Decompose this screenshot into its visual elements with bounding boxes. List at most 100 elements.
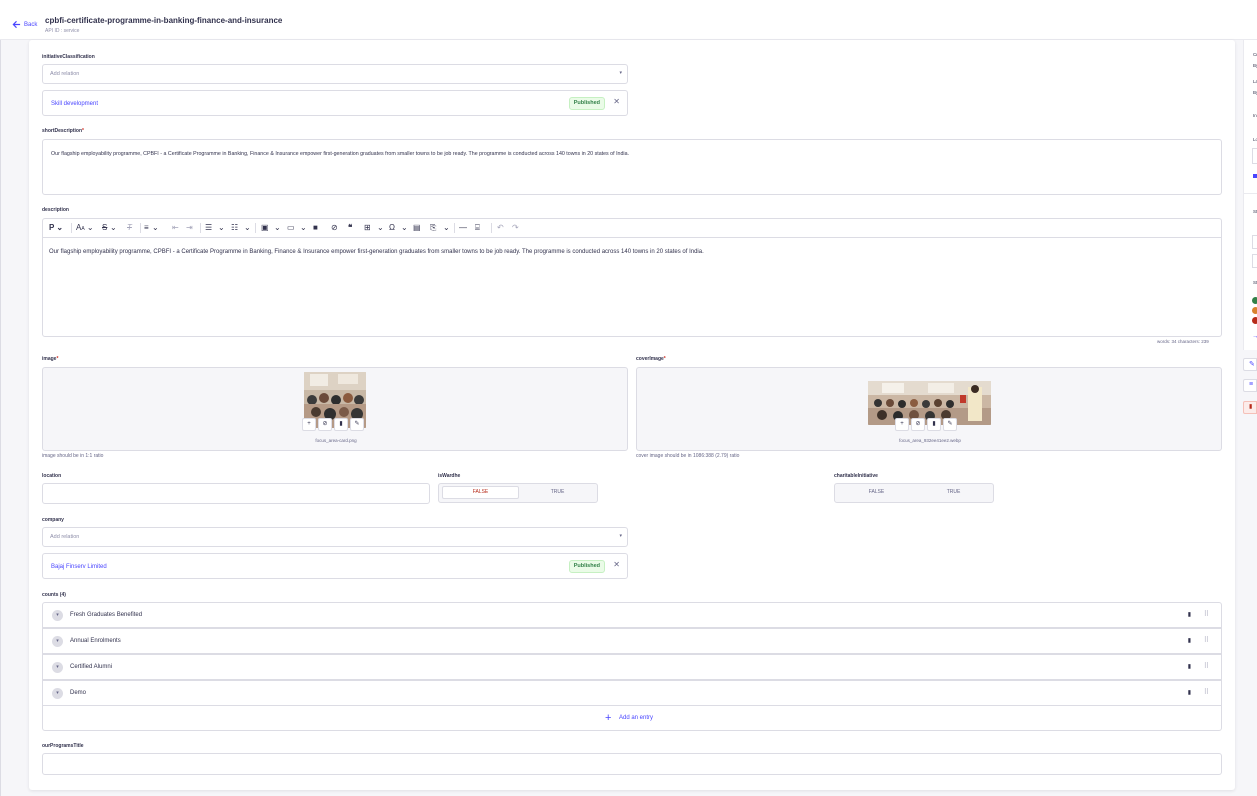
trash-icon[interactable]: ▮: [1188, 637, 1191, 644]
list-item[interactable]: ▾ Certified Alumni ▮ ⠿: [42, 654, 1222, 680]
trash-icon[interactable]: ▮: [1188, 689, 1191, 696]
chevron-down-icon[interactable]: ▾: [52, 636, 63, 647]
cover-image-hint: cover image should be in 1086:388 (2.79)…: [636, 453, 740, 459]
strikethrough-button[interactable]: S: [102, 223, 107, 233]
undo-icon[interactable]: ↶: [497, 223, 504, 233]
link-icon[interactable]: ⊘: [331, 223, 338, 233]
add-icon[interactable]: +: [895, 418, 909, 431]
info-row: Cr: [1253, 52, 1257, 57]
relation-placeholder: Add relation: [50, 71, 80, 77]
drag-handle-icon[interactable]: ⠿: [1204, 636, 1209, 644]
stage-option[interactable]: [1252, 254, 1257, 268]
our-programs-title-input[interactable]: [42, 753, 1222, 775]
chevron-down-icon[interactable]: ⌄: [218, 223, 225, 233]
info-row: St: [1253, 280, 1257, 285]
api-id: API ID : service: [45, 28, 80, 34]
short-description-label: shortDescription*: [42, 128, 84, 134]
stage-option[interactable]: [1252, 235, 1257, 249]
file-icon[interactable]: ■: [313, 223, 318, 233]
chevron-down-icon[interactable]: ▾: [52, 610, 63, 621]
charitable-true-option[interactable]: TRUE: [915, 486, 992, 499]
list-item[interactable]: ▾ Annual Enrolments ▮ ⠿: [42, 628, 1222, 654]
chevron-down-icon[interactable]: ⌄: [443, 223, 450, 233]
source-icon[interactable]: ⎘: [430, 223, 436, 233]
trash-icon[interactable]: ▮: [1188, 663, 1191, 670]
indent-icon[interactable]: ⇥: [186, 223, 193, 233]
html-embed-icon[interactable]: ▤: [413, 223, 421, 233]
relation-link[interactable]: Skill development: [51, 101, 98, 107]
short-description-text: Our flagship employability programme, CP…: [51, 151, 630, 157]
align-left-icon[interactable]: ≡: [144, 223, 149, 233]
relation-item: Bajaj Finserv Limited Published ✕: [42, 553, 628, 579]
drag-handle-icon[interactable]: ⠿: [1204, 662, 1209, 670]
cover-image-label: coverImage*: [636, 356, 666, 362]
pencil-icon[interactable]: ✎: [350, 418, 364, 431]
chevron-down-icon[interactable]: ⌄: [377, 223, 384, 233]
link-icon[interactable]: ⊘: [911, 418, 925, 431]
chevron-down-icon[interactable]: ▾: [52, 688, 63, 699]
paragraph-format-button[interactable]: P ⌄: [49, 223, 63, 233]
initiative-classification-label: initiativeClassification: [42, 54, 95, 60]
back-button[interactable]: Back: [12, 20, 37, 29]
redo-icon[interactable]: ↷: [512, 223, 519, 233]
clear-format-button[interactable]: T: [127, 223, 132, 233]
chevron-down-icon[interactable]: ⌄: [110, 223, 117, 233]
description-editor[interactable]: Our flagship employability programme, CP…: [42, 237, 1222, 337]
list-icon: ≡: [1249, 381, 1254, 388]
blockquote-icon[interactable]: ❝: [348, 223, 352, 233]
image-label: image*: [42, 356, 58, 362]
numbered-list-icon[interactable]: ☷: [231, 223, 238, 233]
company-select[interactable]: Add relation ▾: [42, 527, 628, 547]
trash-icon[interactable]: ▮: [927, 418, 941, 431]
chevron-down-icon[interactable]: ⌄: [152, 223, 159, 233]
trash-icon[interactable]: ▮: [1188, 611, 1191, 618]
add-icon[interactable]: +: [302, 418, 316, 431]
remove-relation-icon[interactable]: ✕: [613, 97, 620, 107]
trash-icon[interactable]: ▮: [334, 418, 348, 431]
horizontal-line-icon[interactable]: —: [459, 223, 467, 233]
short-description-textarea[interactable]: Our flagship employability programme, CP…: [42, 139, 1222, 195]
add-entry-button[interactable]: + Add an entry: [42, 705, 1222, 731]
chevron-down-icon[interactable]: ⌄: [401, 223, 408, 233]
edit-model-button[interactable]: ✎: [1243, 358, 1257, 371]
page-break-icon[interactable]: ⌸: [475, 223, 480, 233]
table-icon[interactable]: ⊞: [364, 223, 371, 233]
font-size-button[interactable]: AA ⌄: [76, 223, 94, 234]
relation-link[interactable]: Bajaj Finserv Limited: [51, 564, 107, 570]
status-dot-orange: [1252, 307, 1257, 314]
image-actions: + ⊘ ▮ ✎: [302, 418, 364, 431]
omega-label: Ω: [389, 223, 395, 232]
list-item[interactable]: ▾ Demo ▮ ⠿: [42, 680, 1222, 706]
chevron-down-icon[interactable]: ▾: [52, 662, 63, 673]
chevron-down-icon[interactable]: ⌄: [300, 223, 307, 233]
is-wardhe-false-option[interactable]: FALSE: [442, 486, 519, 499]
media-embed-icon[interactable]: ▭: [287, 223, 295, 233]
is-wardhe-true-option[interactable]: TRUE: [519, 486, 596, 499]
word-count: words: 34 characters: 239: [1157, 339, 1209, 344]
initiative-classification-select[interactable]: Add relation ▾: [42, 64, 628, 84]
toolbar-divider: [255, 223, 256, 233]
link-icon[interactable]: ⊘: [318, 418, 332, 431]
bullet-list-icon[interactable]: ☰: [205, 223, 212, 233]
delete-document-button[interactable]: ▮: [1243, 401, 1257, 414]
charitable-false-option[interactable]: FALSE: [838, 486, 915, 499]
chevron-down-icon[interactable]: ⌄: [244, 223, 251, 233]
location-input[interactable]: [42, 483, 430, 504]
locale-select[interactable]: [1252, 148, 1257, 164]
drag-handle-icon[interactable]: ⠿: [1204, 610, 1209, 618]
image-upload-area[interactable]: + ⊘ ▮ ✎ focus_area-card.png: [42, 367, 628, 451]
add-entry-label: Add an entry: [619, 715, 654, 721]
image-icon[interactable]: ▣: [261, 223, 269, 233]
special-characters-icon[interactable]: Ω: [389, 223, 395, 233]
chevron-down-icon[interactable]: ⌄: [274, 223, 281, 233]
pencil-icon[interactable]: ✎: [943, 418, 957, 431]
remove-relation-icon[interactable]: ✕: [613, 560, 620, 570]
information-panel: Cr By La By In Lo St St →: [1243, 40, 1257, 350]
cover-image-upload-area[interactable]: + ⊘ ▮ ✎ focus_area_932ee41ee2.webp: [636, 367, 1222, 451]
arrow-right-icon[interactable]: →: [1252, 333, 1257, 340]
configure-view-button[interactable]: ≡: [1243, 379, 1257, 392]
drag-handle-icon[interactable]: ⠿: [1204, 688, 1209, 696]
image-hint: image should be in 1:1 ratio: [42, 453, 104, 459]
outdent-icon[interactable]: ⇤: [172, 223, 179, 233]
list-item[interactable]: ▾ Fresh Graduates Benefited ▮ ⠿: [42, 602, 1222, 628]
